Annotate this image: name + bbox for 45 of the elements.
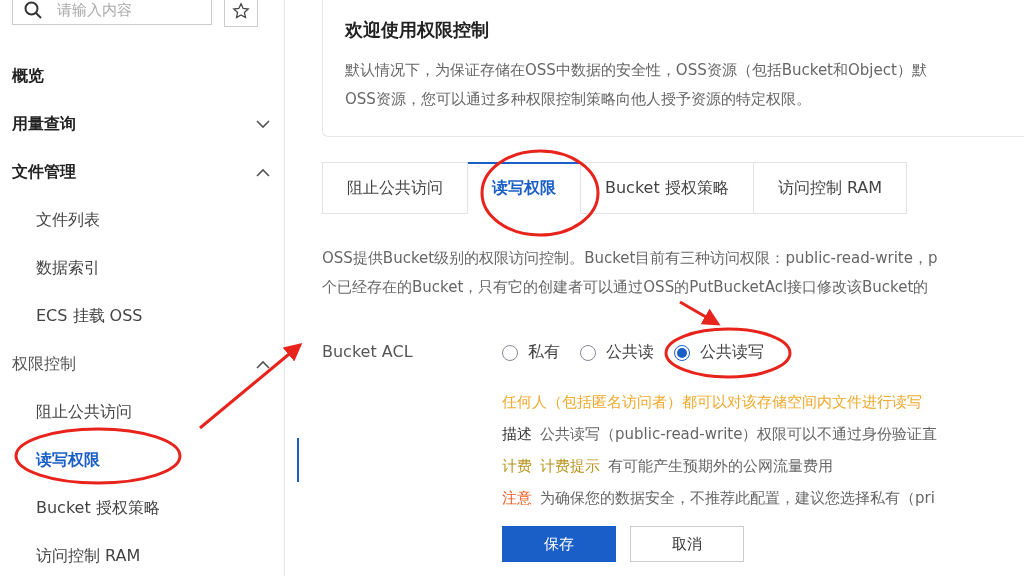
- description-text: OSS提供Bucket级别的权限访问控制。Bucket目前有三种访问权限：public-read-write，p: [322, 248, 939, 269]
- warning-text: 任何人（包括匿名访问者）都可以对该存储空间内文件进行读写: [502, 393, 923, 412]
- note-tag: 描述: [502, 425, 532, 444]
- active-indicator: [297, 438, 299, 482]
- chevron-down-icon: [256, 119, 270, 129]
- sidebar-item[interactable]: 文件管理: [0, 148, 284, 196]
- star-icon: [232, 2, 250, 20]
- sidebar-subitem[interactable]: 阻止公共访问: [0, 388, 284, 436]
- sidebar-subitem[interactable]: 数据索引: [0, 244, 284, 292]
- radio-option[interactable]: 私有: [502, 342, 560, 363]
- sidebar-subitem[interactable]: 访问控制 RAM: [0, 532, 284, 576]
- radio-option[interactable]: 公共读写: [674, 342, 764, 363]
- tab[interactable]: 阻止公共访问: [322, 162, 468, 214]
- sidebar-item[interactable]: 概览: [0, 52, 284, 100]
- field-label: Bucket ACL: [322, 342, 414, 363]
- tab[interactable]: 读写权限: [468, 162, 581, 214]
- radio-label: 私有: [528, 342, 560, 363]
- sidebar-subitem[interactable]: ECS 挂载 OSS: [0, 292, 284, 340]
- note-tag: 计费: [502, 457, 532, 476]
- annotation-arrow: [679, 300, 721, 326]
- radio-label: 公共读写: [700, 342, 764, 363]
- note-tag: 注意: [502, 489, 532, 508]
- search-icon: [24, 1, 42, 19]
- save-button[interactable]: 保存: [502, 526, 616, 562]
- description-text: 个已经存在的Bucket，只有它的创建者可以通过OSS的PutBucketAcl接口修改该Bucket的: [322, 277, 930, 298]
- sidebar-item[interactable]: 权限控制: [0, 340, 284, 388]
- sidebar-subitem[interactable]: 读写权限: [0, 436, 284, 484]
- intro-text: 默认情况下，为保证存储在OSS中数据的安全性，OSS资源（包括Bucket和Object）默: [345, 60, 928, 81]
- chevron-up-icon: [256, 359, 270, 369]
- note-text: 有可能产生预期外的公网流量费用: [608, 457, 833, 476]
- sidebar-subitem[interactable]: 文件列表: [0, 196, 284, 244]
- intro-title: 欢迎使用权限控制: [345, 18, 490, 42]
- favorite-button[interactable]: [224, 0, 258, 27]
- search-field[interactable]: 请输入内容: [12, 0, 212, 25]
- note-text: 为确保您的数据安全，不推荐此配置，建议您选择私有（pri: [540, 489, 935, 508]
- radio-label: 公共读: [606, 342, 654, 363]
- tab[interactable]: 访问控制 RAM: [753, 162, 908, 214]
- radio-option[interactable]: 公共读: [580, 342, 654, 363]
- cancel-button[interactable]: 取消: [630, 526, 744, 562]
- sidebar-subitem[interactable]: Bucket 授权策略: [0, 484, 284, 532]
- note-text: 公共读写（public-read-write）权限可以不通过身份验证直: [540, 425, 938, 444]
- tab[interactable]: Bucket 授权策略: [581, 162, 754, 214]
- intro-text: OSS资源，您可以通过多种权限控制策略向他人授予资源的特定权限。: [345, 89, 812, 110]
- chevron-up-icon: [256, 167, 270, 177]
- sidebar-item[interactable]: 用量查询: [0, 100, 284, 148]
